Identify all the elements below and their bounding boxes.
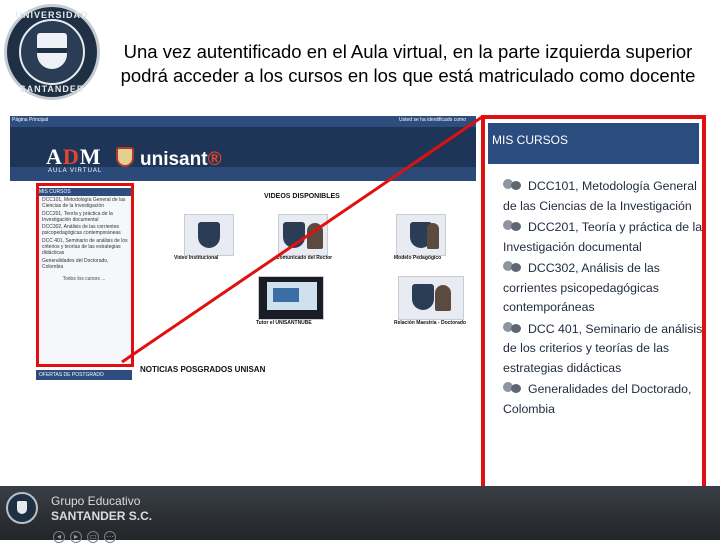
footer-group-label: Grupo Educativo: [51, 494, 141, 508]
course-users-icon: [503, 260, 523, 274]
course-item[interactable]: Generalidades del Doctorado, Colombia: [503, 380, 703, 419]
slide-menu-icon[interactable]: ▭: [87, 531, 99, 543]
footer-bar: Grupo Educativo SANTANDER S.C. ◂ ▸ ▭ ⋯: [0, 486, 720, 543]
course-users-icon: [503, 178, 523, 192]
course-users-icon: [503, 321, 523, 335]
course-label[interactable]: DCC201, Teoría y práctica de la Investig…: [503, 220, 702, 254]
course-item[interactable]: DCC201, Teoría y práctica de la Investig…: [503, 218, 703, 257]
course-users-icon: [503, 219, 523, 233]
course-item[interactable]: DCC 401, Seminario de análisis de los cr…: [503, 320, 703, 379]
course-label[interactable]: DCC302, Análisis de las corrientes psico…: [503, 261, 660, 314]
course-users-icon: [503, 381, 523, 395]
zoomed-my-courses-panel: MIS CURSOS DCC101, Metodología General d…: [481, 115, 706, 490]
more-options-icon[interactable]: ⋯: [104, 531, 116, 543]
prev-slide-icon[interactable]: ◂: [53, 531, 65, 543]
connector-line-stroke: [121, 115, 483, 364]
course-item[interactable]: DCC302, Análisis de las corrientes psico…: [503, 259, 703, 318]
next-slide-icon[interactable]: ▸: [70, 531, 82, 543]
footer-company-label: SANTANDER S.C.: [51, 509, 153, 523]
course-label[interactable]: Generalidades del Doctorado, Colombia: [503, 382, 691, 416]
course-label[interactable]: DCC 401, Seminario de análisis de los cr…: [503, 322, 702, 375]
course-label[interactable]: DCC101, Metodología General de las Cienc…: [503, 179, 697, 213]
course-item[interactable]: DCC101, Metodología General de las Cienc…: [503, 177, 703, 216]
zoomed-my-courses-header: MIS CURSOS: [488, 123, 699, 164]
slide-nav-controls: ◂ ▸ ▭ ⋯: [53, 526, 121, 543]
zoomed-course-list: DCC101, Metodología General de las Cienc…: [503, 177, 703, 421]
footer-seal-icon: [6, 492, 38, 524]
